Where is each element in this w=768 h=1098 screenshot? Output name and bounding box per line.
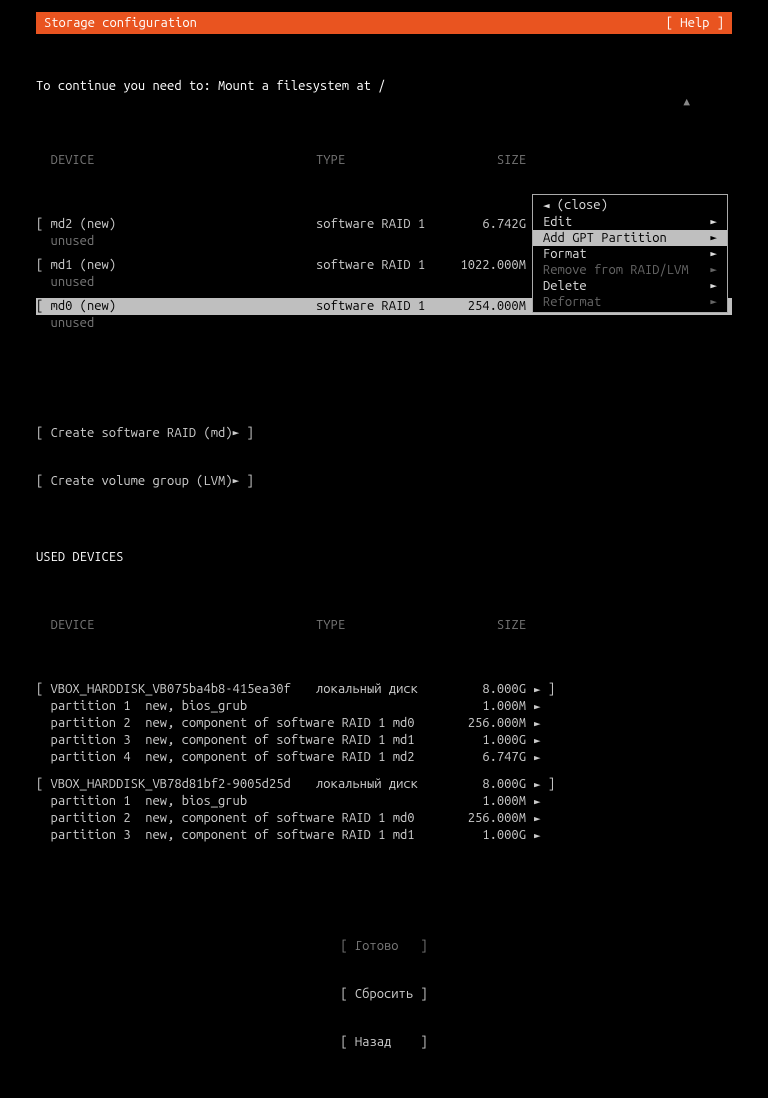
chevron-right-icon: ► xyxy=(534,796,541,808)
chevron-right-icon: ► xyxy=(534,735,541,747)
chevron-right-icon: ► xyxy=(534,752,541,764)
partition-row[interactable]: partition 1 new, bios_grub1.000M► xyxy=(36,793,732,810)
chevron-left-icon: ◄ xyxy=(543,200,550,212)
menu-item-delete[interactable]: Delete► xyxy=(533,278,727,294)
titlebar: Storage configuration [ Help ] xyxy=(36,12,732,34)
chevron-right-icon: ► xyxy=(534,779,541,791)
col-type: TYPE xyxy=(316,617,446,633)
button-bar: [ Готово ] [ Сбросить ] [ Назад ] xyxy=(36,906,732,1082)
partition-row[interactable]: partition 4 new, component of software R… xyxy=(36,749,732,766)
reset-button[interactable]: [ Сбросить ] xyxy=(36,986,732,1002)
scroll-up-icon[interactable]: ▲ xyxy=(683,94,690,110)
back-button[interactable]: [ Назад ] xyxy=(36,1034,732,1050)
used-devices-title: USED DEVICES xyxy=(36,549,732,565)
menu-close-label: (close) xyxy=(557,198,608,212)
used-device-row[interactable]: [ VBOX_HARDDISK_VB78d81bf2-9005d25dлокал… xyxy=(36,776,732,793)
create-lvm-row[interactable]: [ Create volume group (LVM) ► ] xyxy=(36,473,732,489)
col-size: SIZE xyxy=(446,617,526,633)
menu-item-reformat: Reformat► xyxy=(533,294,727,310)
menu-item-add-gpt-partition[interactable]: Add GPT Partition► xyxy=(533,230,727,246)
col-device: DEVICE xyxy=(51,618,95,632)
chevron-right-icon: ► xyxy=(710,294,717,310)
partition-row[interactable]: partition 3 new, component of software R… xyxy=(36,827,732,844)
chevron-right-icon: ► xyxy=(534,684,541,696)
menu-item-format[interactable]: Format► xyxy=(533,246,727,262)
title: Storage configuration xyxy=(44,15,197,31)
chevron-right-icon: ► xyxy=(710,278,717,294)
chevron-right-icon: ► xyxy=(710,262,717,278)
help-link[interactable]: [ Help ] xyxy=(666,15,724,31)
used-device-row[interactable]: [ VBOX_HARDDISK_VB075ba4b8-415ea30fлокал… xyxy=(36,681,732,698)
create-raid-label: Create software RAID (md) xyxy=(51,425,233,441)
hint-text: To continue you need to: Mount a filesys… xyxy=(36,78,732,94)
used-header: DEVICE TYPE SIZE xyxy=(36,617,732,633)
partition-row[interactable]: partition 2 new, component of software R… xyxy=(36,715,732,732)
chevron-right-icon: ► xyxy=(233,425,240,441)
chevron-right-icon: ► xyxy=(534,718,541,730)
col-size: SIZE xyxy=(446,152,526,168)
chevron-right-icon: ► xyxy=(534,813,541,825)
create-lvm-label: Create volume group (LVM) xyxy=(51,473,233,489)
partition-row[interactable]: partition 1 new, bios_grub1.000M► xyxy=(36,698,732,715)
chevron-right-icon: ► xyxy=(710,214,717,230)
device-sub: unused xyxy=(36,315,732,331)
col-type: TYPE xyxy=(316,152,446,168)
partition-row[interactable]: partition 2 new, component of software R… xyxy=(36,810,732,827)
done-button: [ Готово ] xyxy=(36,938,732,954)
chevron-right-icon: ► xyxy=(710,230,717,246)
menu-item-remove-from-raid-lvm: Remove from RAID/LVM► xyxy=(533,262,727,278)
chevron-right-icon: ► xyxy=(710,246,717,262)
used-devices-list: [ VBOX_HARDDISK_VB075ba4b8-415ea30fлокал… xyxy=(36,681,732,844)
available-header: DEVICE TYPE SIZE xyxy=(36,152,732,168)
partition-row[interactable]: partition 3 new, component of software R… xyxy=(36,732,732,749)
create-raid-row[interactable]: [ Create software RAID (md) ► ] xyxy=(36,425,732,441)
menu-close[interactable]: ◄ (close) xyxy=(533,197,727,214)
context-menu[interactable]: ◄ (close) Edit►Add GPT Partition►Format►… xyxy=(532,194,728,313)
menu-item-edit[interactable]: Edit► xyxy=(533,214,727,230)
chevron-right-icon: ► xyxy=(534,701,541,713)
chevron-right-icon: ► xyxy=(233,473,240,489)
col-device: DEVICE xyxy=(51,153,95,167)
chevron-right-icon: ► xyxy=(534,830,541,842)
